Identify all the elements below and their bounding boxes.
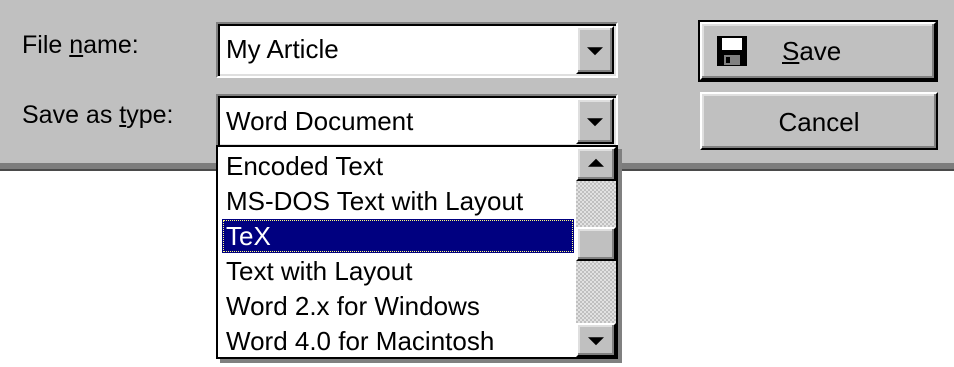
scroll-down-arrow-icon [588,337,604,346]
save-as-type-dropdown-button[interactable] [576,98,614,144]
scroll-down-button[interactable] [576,323,616,357]
scrollbar-thumb[interactable] [576,227,616,261]
list-item[interactable]: MS-DOS Text with Layout [222,184,574,218]
save-as-type-dropdown-list[interactable]: Encoded Text MS-DOS Text with Layout TeX… [216,145,618,359]
scroll-up-arrow-icon [588,158,604,167]
save-as-type-value: Word Document [226,106,414,136]
list-item[interactable]: Word 2.x for Windows [222,289,574,323]
file-name-dropdown-button[interactable] [576,26,614,74]
scroll-up-button[interactable] [576,147,616,181]
list-item[interactable]: Text with Layout [222,254,574,288]
list-item-selected[interactable]: TeX [222,219,574,253]
floppy-disk-icon [717,36,747,66]
chevron-down-icon [587,118,603,127]
vertical-scrollbar[interactable] [576,147,616,357]
save-button-label: Save [782,36,842,66]
file-name-combobox[interactable]: My Article [216,22,618,78]
cancel-button-label: Cancel [778,107,860,137]
save-button[interactable]: Save [700,22,936,80]
save-button-frame: Save [698,20,938,82]
list-item[interactable]: Encoded Text [222,149,574,183]
save-dialog: File name: My Article Save as type: Word… [0,0,954,163]
save-as-type-label: Save as type: [22,101,174,129]
file-name-label: File name: [22,31,139,59]
list-item[interactable]: Word 4.0 for Macintosh [222,324,574,358]
file-name-input[interactable]: My Article [226,33,339,65]
chevron-down-icon [587,47,603,56]
cancel-button[interactable]: Cancel [700,92,938,150]
save-as-type-combobox[interactable]: Word Document [216,94,618,148]
